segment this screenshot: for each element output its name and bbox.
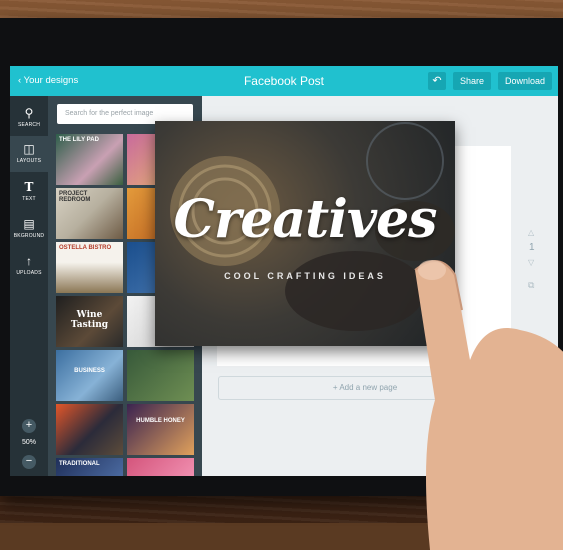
plus-icon: +	[25, 419, 33, 431]
rail-layouts-button[interactable]: ◫ LAYOUTS	[10, 136, 48, 172]
layout-thumbnail[interactable]	[56, 404, 123, 455]
layout-thumbnail[interactable]: Humble Honey	[127, 404, 194, 455]
layout-thumbnail[interactable]: Ostella Bistro	[56, 242, 123, 293]
thumbnail-caption: Wine Tasting	[70, 310, 109, 330]
layout-thumbnail[interactable]: Wine Tasting	[56, 296, 123, 347]
download-button[interactable]: Download	[498, 72, 552, 90]
layout-thumbnail[interactable]	[127, 350, 194, 401]
top-bar: ‹ Your designs Facebook Post ↶ Share Dow…	[10, 66, 558, 96]
thumbnail-caption: Traditional	[59, 461, 100, 467]
minus-icon: −	[25, 455, 33, 467]
tool-rail: ⚲ SEARCH ◫ LAYOUTS T TEXT ▤ BKGROUND ↑ U…	[10, 96, 48, 476]
layout-thumbnail[interactable]	[127, 458, 194, 476]
rail-text-button[interactable]: T TEXT	[10, 174, 48, 210]
layout-thumbnail[interactable]: Project Redroom	[56, 188, 123, 239]
undo-icon: ↶	[432, 75, 442, 87]
page-up-icon[interactable]: △	[528, 228, 534, 237]
layout-thumbnail[interactable]: Business	[56, 350, 123, 401]
finger-hand-overlay	[414, 260, 563, 550]
thumbnail-caption: Project Redroom	[59, 191, 91, 203]
rail-text-label: TEXT	[22, 196, 36, 202]
rail-search-button[interactable]: ⚲ SEARCH	[10, 100, 48, 136]
zoom-level: 50%	[21, 439, 36, 446]
layout-thumbnail[interactable]: Traditional	[56, 458, 123, 476]
rail-search-label: SEARCH	[17, 122, 41, 128]
undo-button[interactable]: ↶	[428, 72, 446, 90]
layouts-icon: ◫	[23, 142, 35, 156]
rail-layouts-label: LAYOUTS	[16, 158, 42, 164]
thumbnail-caption: Business	[74, 368, 105, 374]
thumbnail-caption: Humble Honey	[136, 418, 185, 424]
search-placeholder: Search for the perfect image	[65, 110, 154, 117]
rail-uploads-button[interactable]: ↑ UPLOADS	[10, 248, 48, 284]
layout-thumbnail[interactable]: The Lily Pad	[56, 134, 123, 185]
zoom-in-button[interactable]: +	[22, 419, 36, 433]
text-icon: T	[24, 180, 34, 194]
rail-background-label: BKGROUND	[13, 233, 45, 239]
share-button[interactable]: Share	[453, 72, 491, 90]
upload-icon: ↑	[26, 254, 32, 268]
search-icon: ⚲	[24, 106, 34, 120]
design-headline: Creatives	[173, 189, 438, 250]
background-icon: ▤	[23, 217, 35, 231]
rail-uploads-label: UPLOADS	[16, 270, 42, 276]
thumbnail-caption: Ostella Bistro	[59, 245, 112, 251]
zoom-out-button[interactable]: −	[22, 455, 36, 469]
thumbnail-caption: The Lily Pad	[59, 137, 99, 143]
rail-background-button[interactable]: ▤ BKGROUND	[10, 211, 48, 247]
